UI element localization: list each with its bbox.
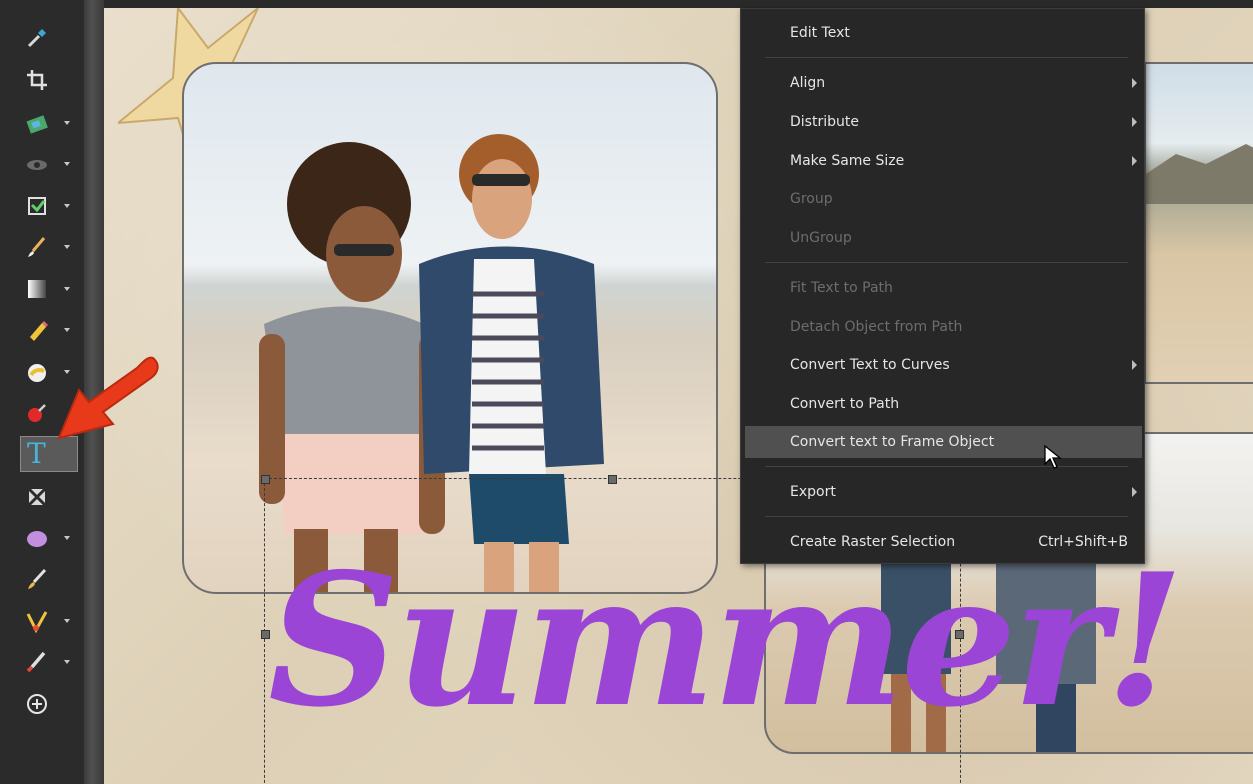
smudge-tool-dropdown-caret[interactable] (64, 660, 70, 664)
pick-tool-button[interactable] (20, 188, 78, 224)
menu-item-create-raster-selection[interactable]: Create Raster Selection Ctrl+Shift+B (741, 526, 1144, 558)
mouse-cursor-icon (1044, 444, 1062, 469)
submenu-arrow-icon (1132, 487, 1137, 497)
transparency-tool-button[interactable] (20, 479, 78, 515)
red-eye-tool-button[interactable] (20, 146, 78, 182)
menu-separator (765, 262, 1128, 263)
straighten-tool-button[interactable] (20, 105, 78, 141)
menu-shortcut: Ctrl+Shift+B (1038, 534, 1128, 550)
gradient-tool-button[interactable] (20, 271, 78, 307)
pencil-eraser-tool-dropdown-caret[interactable] (64, 328, 70, 332)
pin-icon (28, 404, 46, 422)
pen-tool-button[interactable] (20, 603, 78, 639)
add-icon (27, 694, 47, 714)
menu-item-edit-text[interactable]: Edit Text (741, 17, 1144, 49)
paint-brush-icon (28, 237, 46, 257)
fill-bucket-icon (28, 364, 46, 382)
art-brush-tool-button[interactable] (20, 561, 78, 597)
smudge-icon (26, 651, 46, 673)
resize-handle-top-left[interactable] (261, 475, 270, 484)
menu-separator (765, 516, 1128, 517)
pick-tool-dropdown-caret[interactable] (64, 204, 70, 208)
context-menu: Edit Text Align Distribute Make Same Siz… (740, 8, 1145, 564)
eye-icon (27, 160, 47, 170)
ellipse-tool-button[interactable] (20, 520, 78, 556)
menu-item-distribute[interactable]: Distribute (741, 106, 1144, 138)
resize-handle-top-center[interactable] (608, 475, 617, 484)
red-arrow-annotation-icon (57, 356, 159, 440)
pick-tool-icon (28, 197, 46, 215)
brush-icon (28, 568, 47, 589)
ellipse-icon (27, 531, 47, 547)
menu-item-convert-text-to-frame-object[interactable]: Convert text to Frame Object (745, 426, 1142, 458)
menu-separator (765, 466, 1128, 467)
menu-item-convert-to-path[interactable]: Convert to Path (741, 388, 1144, 420)
add-tool-button[interactable] (20, 686, 78, 722)
submenu-arrow-icon (1132, 360, 1137, 370)
menu-item-export[interactable]: Export (741, 476, 1144, 508)
pencil-eraser-icon (30, 321, 48, 341)
menu-item-convert-text-to-curves[interactable]: Convert Text to Curves (741, 349, 1144, 381)
pen-icon (26, 611, 48, 634)
pencil-eraser-tool-button[interactable] (20, 312, 78, 348)
menu-item-detach-object-from-path: Detach Object from Path (790, 319, 963, 335)
photo-rocks (1146, 144, 1253, 204)
beach-photo-frame-top-right[interactable] (1144, 62, 1253, 384)
menu-item-align[interactable]: Align (741, 67, 1144, 99)
menu-item-make-same-size[interactable]: Make Same Size (741, 145, 1144, 177)
canvas-top-border (104, 0, 1253, 8)
smudge-tool-button[interactable] (20, 644, 78, 680)
dropper-icon (27, 29, 46, 48)
menu-separator (765, 57, 1128, 58)
crop-tool-button[interactable] (20, 62, 78, 98)
summer-text-object[interactable]: Summer! (268, 540, 1184, 770)
menu-item-group: Group (790, 191, 833, 207)
dropper-tool-button[interactable] (20, 20, 78, 56)
crop-icon (27, 70, 47, 90)
red-eye-tool-dropdown-caret[interactable] (64, 162, 70, 166)
submenu-arrow-icon (1132, 78, 1137, 88)
paint-brush-tool-dropdown-caret[interactable] (64, 245, 70, 249)
paint-brush-tool-button[interactable] (20, 229, 78, 265)
text-tool-icon: T (27, 437, 46, 470)
submenu-arrow-icon (1132, 156, 1137, 166)
menu-item-ungroup: UnGroup (790, 230, 852, 246)
pen-tool-dropdown-caret[interactable] (64, 619, 70, 623)
straighten-tool-dropdown-caret[interactable] (64, 121, 70, 125)
straighten-icon (26, 115, 48, 134)
gradient-tool-dropdown-caret[interactable] (64, 287, 70, 291)
menu-item-fit-text-to-path: Fit Text to Path (790, 280, 893, 296)
gradient-icon (28, 280, 46, 298)
ellipse-tool-dropdown-caret[interactable] (64, 536, 70, 540)
submenu-arrow-icon (1132, 117, 1137, 127)
transparency-icon (27, 487, 47, 507)
